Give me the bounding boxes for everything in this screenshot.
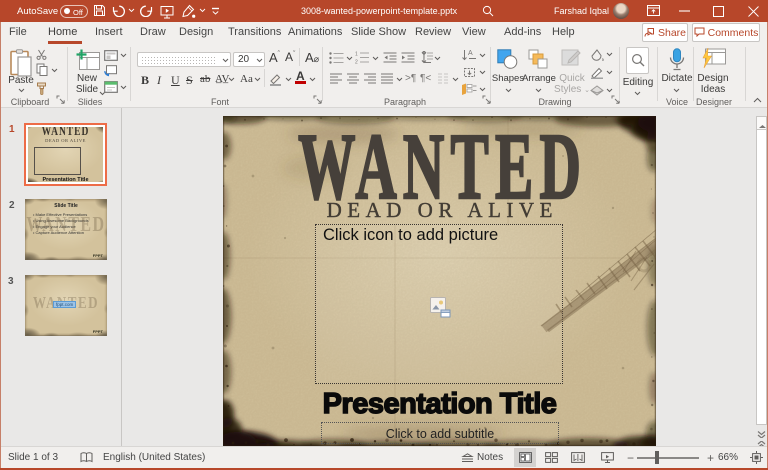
svg-text:1: 1 — [355, 52, 358, 58]
svg-text:A: A — [468, 50, 473, 57]
svg-text:2: 2 — [355, 60, 358, 65]
